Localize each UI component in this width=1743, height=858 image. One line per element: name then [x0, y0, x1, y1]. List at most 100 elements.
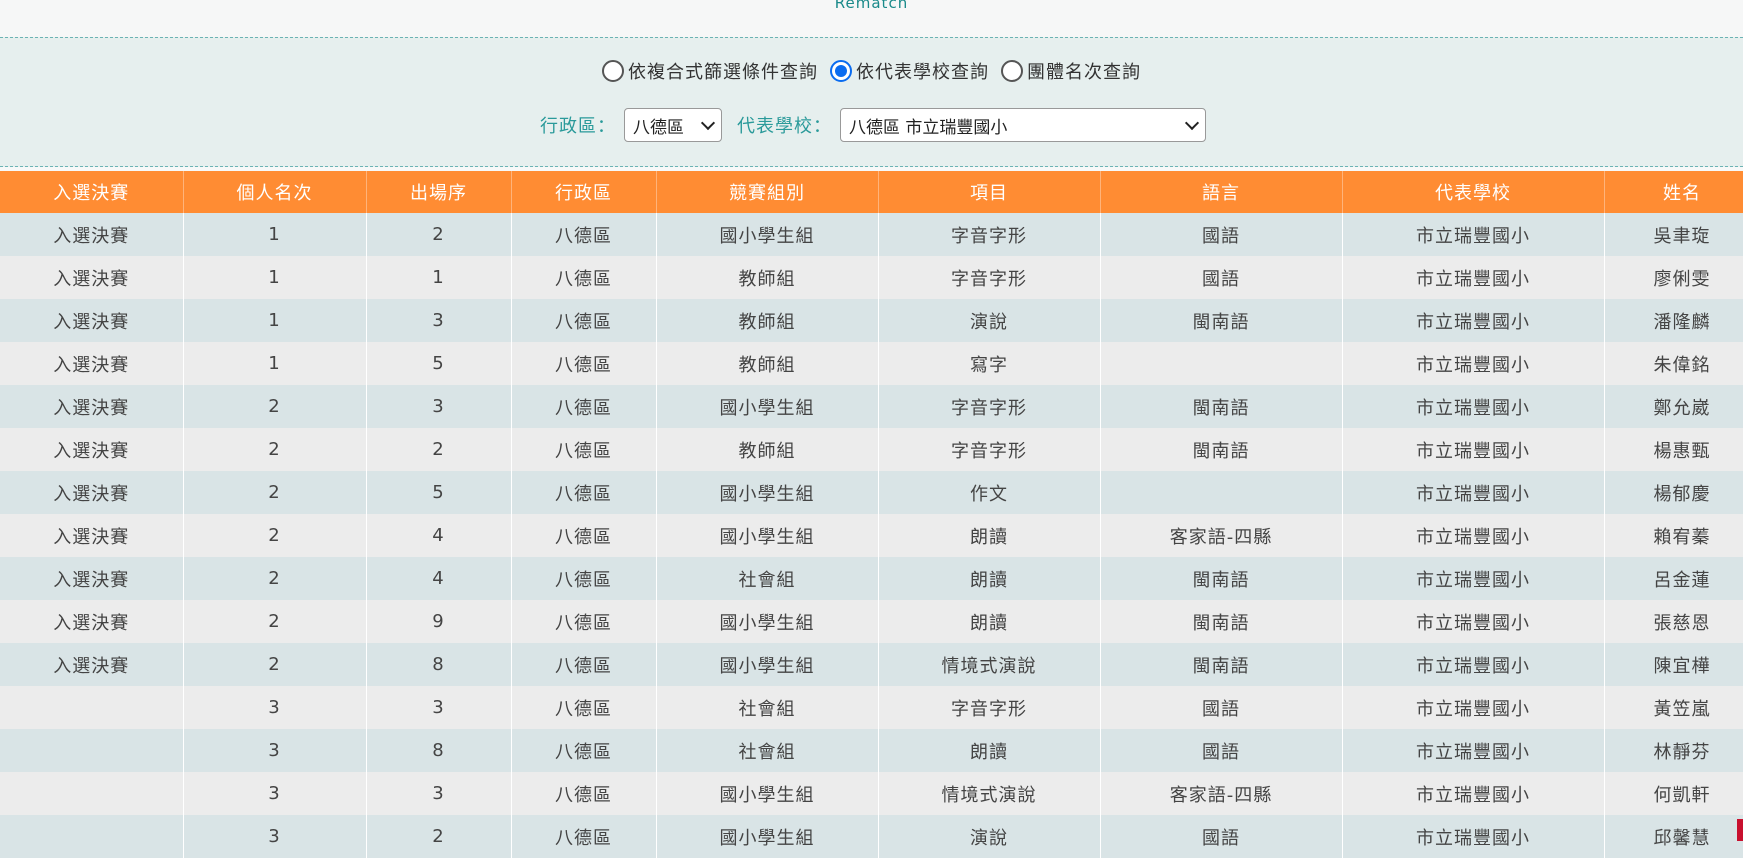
- table-cell: 國語: [1100, 686, 1343, 729]
- table-row: 入選決賽 1 2 八德區 國小學生組 字音字形 國語 市立瑞豐國小 吳聿琁: [0, 213, 1743, 256]
- table-cell: 2: [183, 514, 367, 557]
- table-cell: 入選決賽: [0, 514, 184, 557]
- query-mode-school[interactable]: 依代表學校查詢: [830, 58, 989, 84]
- corner-marker: [1737, 819, 1743, 841]
- query-mode-team[interactable]: 團體名次查詢: [1001, 58, 1141, 84]
- table-cell: 2: [183, 471, 367, 514]
- query-mode-label: 依複合式篩選條件查詢: [628, 62, 818, 83]
- table-row: 入選決賽 2 9 八德區 國小學生組 朗讀 閩南語 市立瑞豐國小 張慈恩: [0, 600, 1743, 643]
- table-cell: 廖俐雯: [1604, 256, 1743, 299]
- table-cell: 市立瑞豐國小: [1342, 428, 1605, 471]
- table-cell: 朱偉銘: [1604, 342, 1743, 385]
- column-header: 項目: [878, 171, 1101, 213]
- table-cell: 演說: [878, 299, 1101, 342]
- table-cell: 國小學生組: [656, 514, 879, 557]
- table-cell: 入選決賽: [0, 342, 184, 385]
- table-cell: 4: [366, 557, 512, 600]
- table-cell: 國小學生組: [656, 471, 879, 514]
- table-cell: 八德區: [511, 600, 657, 643]
- table-cell: 國小學生組: [656, 600, 879, 643]
- table-cell: 國小學生組: [656, 772, 879, 815]
- table-cell: 鄭允崴: [1604, 385, 1743, 428]
- radio-selected-icon[interactable]: [830, 60, 852, 82]
- table-cell: 社會組: [656, 729, 879, 772]
- table-cell: 入選決賽: [0, 471, 184, 514]
- table-cell: 朗讀: [878, 729, 1101, 772]
- table-cell: 社會組: [656, 557, 879, 600]
- table-cell: 閩南語: [1100, 557, 1343, 600]
- table-cell: 入選決賽: [0, 600, 184, 643]
- table-cell: [0, 686, 184, 729]
- table-cell: 8: [366, 643, 512, 686]
- school-label: 代表學校：: [737, 116, 832, 137]
- column-header: 行政區: [511, 171, 657, 213]
- table-cell: 國語: [1100, 256, 1343, 299]
- query-mode-group: 依複合式篩選條件查詢 依代表學校查詢 團體名次查詢: [0, 58, 1743, 84]
- table-cell: 市立瑞豐國小: [1342, 643, 1605, 686]
- table-cell: 閩南語: [1100, 600, 1343, 643]
- table-cell: 國語: [1100, 729, 1343, 772]
- table-cell: 閩南語: [1100, 385, 1343, 428]
- table-cell: 八德區: [511, 213, 657, 256]
- table-cell: 客家語-四縣: [1100, 772, 1343, 815]
- table-cell: 字音字形: [878, 686, 1101, 729]
- table-cell: 1: [183, 256, 367, 299]
- table-cell: 朗讀: [878, 514, 1101, 557]
- table-cell: 字音字形: [878, 428, 1101, 471]
- table-row: 3 2 八德區 國小學生組 演說 國語 市立瑞豐國小 邱馨慧: [0, 815, 1743, 858]
- table-cell: 閩南語: [1100, 643, 1343, 686]
- table-cell: 呂金蓮: [1604, 557, 1743, 600]
- table-cell: 3: [183, 729, 367, 772]
- district-select[interactable]: 八德區: [624, 108, 722, 142]
- query-mode-composite[interactable]: 依複合式篩選條件查詢: [602, 58, 818, 84]
- table-cell: 1: [366, 256, 512, 299]
- table-cell: 楊惠甄: [1604, 428, 1743, 471]
- radio-circle-icon[interactable]: [602, 60, 624, 82]
- table-cell: 2: [366, 428, 512, 471]
- table-cell: 國小學生組: [656, 213, 879, 256]
- results-table: 入選決賽 個人名次 出場序 行政區 競賽組別 項目 語言 代表學校 姓名 入選決賽 1 2 八德區 國小…: [0, 171, 1743, 858]
- radio-circle-icon[interactable]: [1001, 60, 1023, 82]
- table-cell: 1: [183, 213, 367, 256]
- school-select[interactable]: 八德區 市立瑞豐國小: [840, 108, 1206, 142]
- table-cell: 國小學生組: [656, 815, 879, 858]
- table-cell: 3: [366, 299, 512, 342]
- table-row: 入選決賽 2 5 八德區 國小學生組 作文 市立瑞豐國小 楊郁慶: [0, 471, 1743, 514]
- table-cell: 入選決賽: [0, 643, 184, 686]
- table-cell: 市立瑞豐國小: [1342, 600, 1605, 643]
- table-cell: 黃笠嵐: [1604, 686, 1743, 729]
- table-cell: 作文: [878, 471, 1101, 514]
- table-cell: [0, 815, 184, 858]
- table-cell: 市立瑞豐國小: [1342, 342, 1605, 385]
- table-cell: 情境式演說: [878, 772, 1101, 815]
- table-cell: 教師組: [656, 299, 879, 342]
- query-mode-label: 團體名次查詢: [1027, 62, 1141, 83]
- column-header: 語言: [1100, 171, 1343, 213]
- rematch-link[interactable]: Rematch: [0, 0, 1743, 12]
- table-row: 入選決賽 1 1 八德區 教師組 字音字形 國語 市立瑞豐國小 廖俐雯: [0, 256, 1743, 299]
- table-cell: 客家語-四縣: [1100, 514, 1343, 557]
- table-cell: 教師組: [656, 428, 879, 471]
- table-cell: 市立瑞豐國小: [1342, 729, 1605, 772]
- column-header: 代表學校: [1342, 171, 1605, 213]
- table-cell: 2: [183, 643, 367, 686]
- table-cell: 市立瑞豐國小: [1342, 686, 1605, 729]
- table-cell: 八德區: [511, 342, 657, 385]
- column-header: 姓名: [1604, 171, 1743, 213]
- table-cell: 字音字形: [878, 213, 1101, 256]
- table-row: 入選決賽 1 3 八德區 教師組 演說 閩南語 市立瑞豐國小 潘隆麟: [0, 299, 1743, 342]
- table-cell: 1: [183, 299, 367, 342]
- table-cell: [0, 729, 184, 772]
- table-cell: 2: [366, 815, 512, 858]
- filter-selects: 行政區： 八德區 代表學校： 八德區 市立瑞豐國小: [540, 108, 1206, 142]
- table-cell: 八德區: [511, 428, 657, 471]
- query-mode-label: 依代表學校查詢: [856, 62, 989, 83]
- table-cell: 入選決賽: [0, 256, 184, 299]
- column-header: 競賽組別: [656, 171, 879, 213]
- table-cell: 市立瑞豐國小: [1342, 514, 1605, 557]
- table-row: 3 8 八德區 社會組 朗讀 國語 市立瑞豐國小 林靜芬: [0, 729, 1743, 772]
- table-cell: 5: [366, 471, 512, 514]
- table-cell: 2: [183, 557, 367, 600]
- table-cell: 賴宥蓁: [1604, 514, 1743, 557]
- table-cell: 4: [366, 514, 512, 557]
